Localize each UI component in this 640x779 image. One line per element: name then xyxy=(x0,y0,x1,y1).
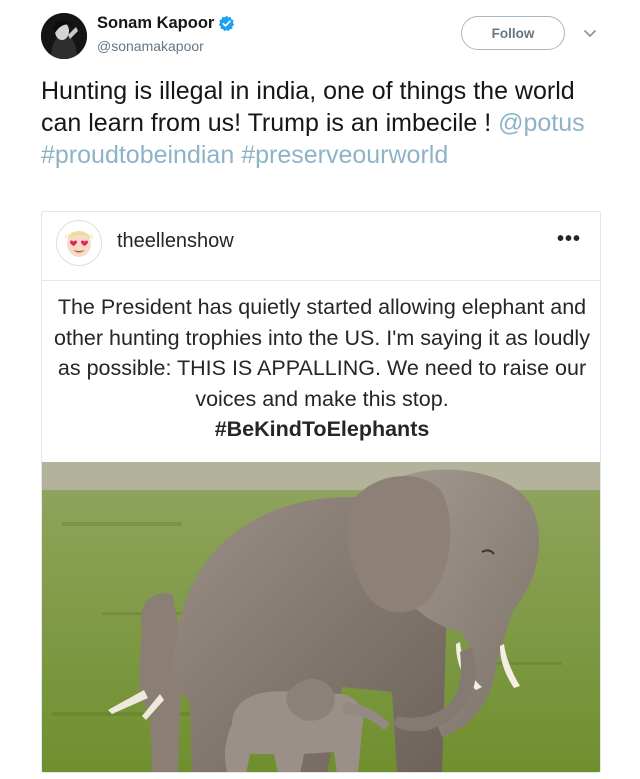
card-username[interactable]: theellenshow xyxy=(117,230,234,253)
tweet-text: Hunting is illegal in india, one of thin… xyxy=(41,75,611,171)
follow-button[interactable]: Follow xyxy=(461,16,565,50)
author-handle[interactable]: @sonamakapoor xyxy=(97,38,204,54)
author-name-text[interactable]: Sonam Kapoor xyxy=(97,14,214,33)
elephant-photo[interactable] xyxy=(42,462,600,772)
card-header: theellenshow ••• xyxy=(42,212,600,281)
chevron-down-icon[interactable] xyxy=(582,27,598,39)
author-name[interactable]: Sonam Kapoor xyxy=(97,14,235,33)
author-avatar[interactable] xyxy=(41,13,87,59)
tweet-header: Sonam Kapoor @sonamakapoor Follow xyxy=(0,0,640,70)
quote-hashtag: #BeKindToElephants xyxy=(214,417,430,441)
embedded-instagram-card[interactable]: theellenshow ••• The President has quiet… xyxy=(41,211,601,773)
more-options-icon[interactable]: ••• xyxy=(557,228,581,251)
quote-text: The President has quietly started allowi… xyxy=(54,295,590,411)
tweet-body: Hunting is illegal in india, one of thin… xyxy=(41,77,575,137)
hashtag-link[interactable]: #preserveourworld xyxy=(241,141,448,169)
hashtag-link[interactable]: #proudtobeindian xyxy=(41,141,234,169)
mention-link[interactable]: @potus xyxy=(498,109,585,137)
verified-badge-icon xyxy=(218,15,235,32)
ellen-avatar[interactable] xyxy=(56,220,102,266)
post-quote: The President has quietly started allowi… xyxy=(42,292,600,445)
